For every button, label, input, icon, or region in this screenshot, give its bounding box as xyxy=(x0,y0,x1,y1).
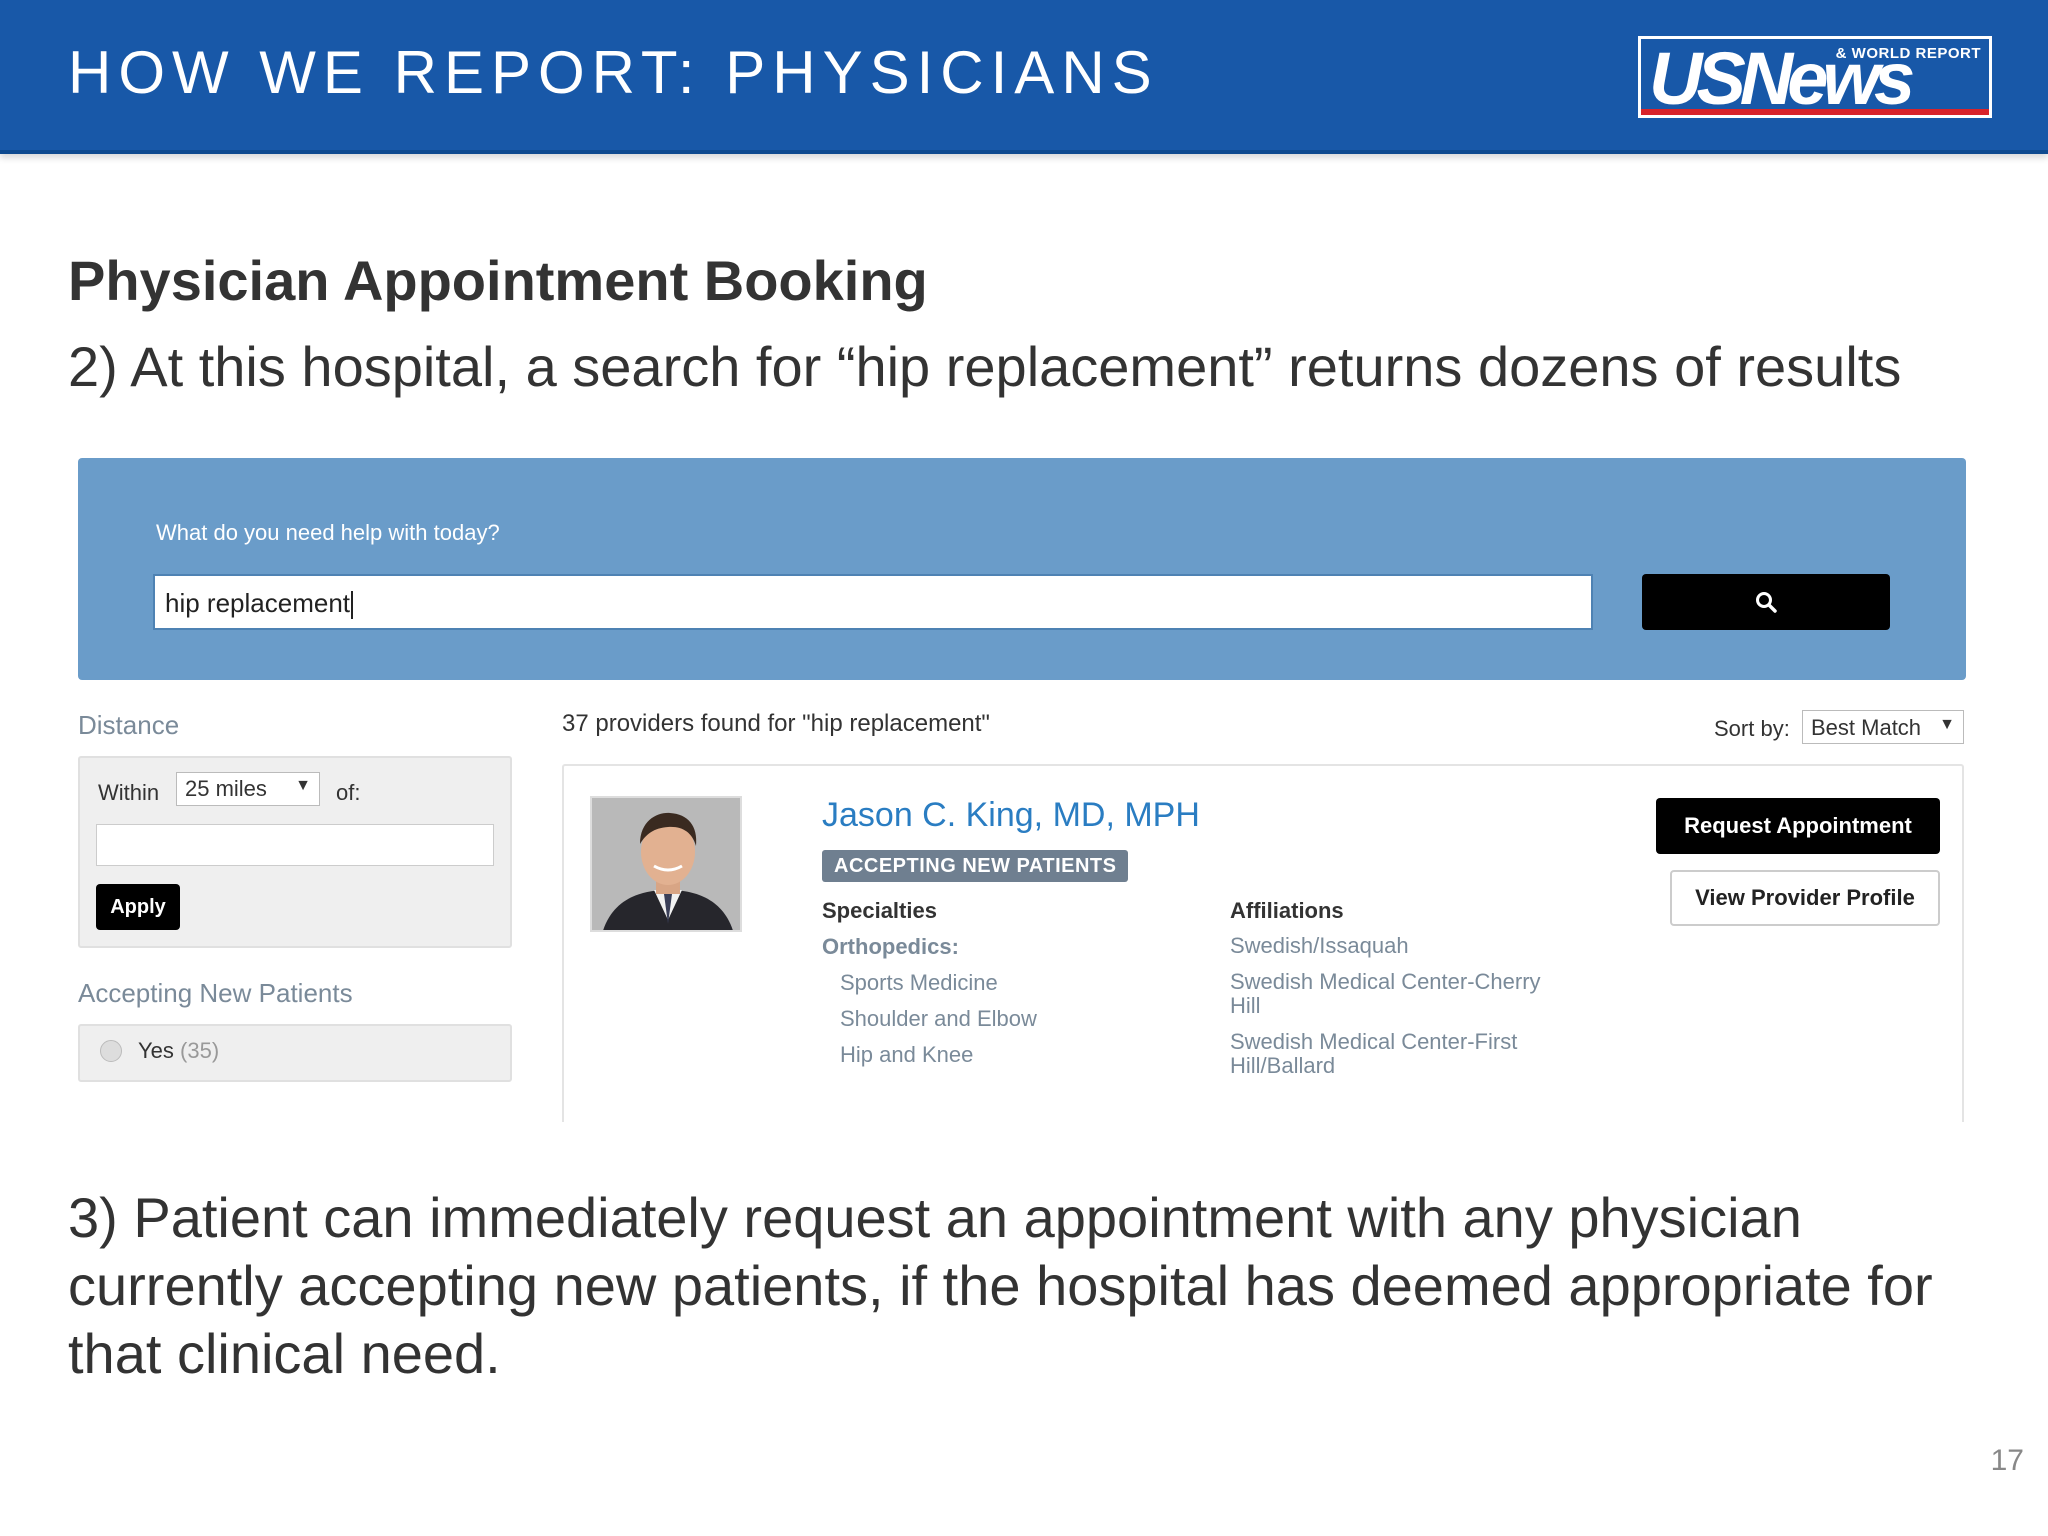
search-button[interactable] xyxy=(1642,574,1890,630)
distance-heading: Distance xyxy=(78,710,180,740)
chevron-down-icon: ▼ xyxy=(295,777,311,794)
specialty-item: Sports Medicine xyxy=(840,970,998,995)
affiliations-heading: Affiliations xyxy=(1230,898,1344,923)
search-input-value: hip replacement xyxy=(165,588,350,618)
affiliation-item: Swedish Medical Center-First Hill/Ballar… xyxy=(1230,1029,1518,1078)
page-number: 17 xyxy=(1990,1444,2024,1477)
distance-select-value: 25 miles xyxy=(185,776,267,801)
sort-label: Sort by: xyxy=(1714,716,1790,741)
provider-portrait-image xyxy=(592,798,740,930)
search-panel: What do you need help with today? hip re… xyxy=(78,458,1966,680)
specialty-item: Hip and Knee xyxy=(840,1042,974,1067)
provider-name-link[interactable]: Jason C. King, MD, MPH xyxy=(822,796,1200,835)
specialty-item: Shoulder and Elbow xyxy=(840,1006,1037,1031)
step-2-text: 2) At this hospital, a search for “hip r… xyxy=(68,335,1902,398)
embedded-screenshot: What do you need help with today? hip re… xyxy=(78,458,1966,1122)
specialties-heading: Specialties xyxy=(822,898,937,923)
within-label: Within xyxy=(98,780,160,805)
text-caret xyxy=(351,591,353,620)
of-label: of: xyxy=(336,780,361,805)
distance-select[interactable]: 25 miles ▼ xyxy=(176,772,320,806)
yes-count: (35) xyxy=(180,1038,220,1063)
location-input[interactable] xyxy=(96,824,494,866)
usnews-logo: & WORLD REPORT USNews xyxy=(1638,36,1992,120)
apply-button[interactable]: Apply xyxy=(96,884,180,930)
slide-header-title: HOW WE REPORT: PHYSICIANS xyxy=(68,39,1159,106)
accepting-filter-box: Yes (35) xyxy=(78,1024,512,1082)
search-prompt: What do you need help with today? xyxy=(156,520,500,545)
view-provider-profile-button[interactable]: View Provider Profile xyxy=(1670,870,1940,926)
yes-label: Yes xyxy=(138,1038,174,1063)
chevron-down-icon: ▼ xyxy=(1939,716,1955,733)
yes-radio[interactable] xyxy=(100,1040,122,1062)
search-icon xyxy=(1756,592,1777,613)
accepting-new-patients-badge: ACCEPTING NEW PATIENTS xyxy=(822,850,1129,882)
section-title: Physician Appointment Booking xyxy=(68,249,928,312)
provider-photo[interactable] xyxy=(590,796,742,932)
specialty-category: Orthopedics: xyxy=(822,934,959,959)
search-input[interactable]: hip replacement xyxy=(153,574,1593,630)
accepting-new-patients-heading: Accepting New Patients xyxy=(78,978,353,1008)
sort-select-value: Best Match xyxy=(1811,715,1922,740)
logo-red-bar xyxy=(1641,109,1989,115)
slide-header: HOW WE REPORT: PHYSICIANS & WORLD REPORT… xyxy=(0,0,2048,154)
results-count: 37 providers found for "hip replacement" xyxy=(562,710,990,737)
request-appointment-button[interactable]: Request Appointment xyxy=(1656,798,1940,854)
affiliation-item: Swedish Medical Center-Cherry Hill xyxy=(1230,969,1541,1018)
step-3-text: 3) Patient can immediately request an ap… xyxy=(68,1186,1933,1385)
affiliation-item: Swedish/Issaquah xyxy=(1230,933,1409,958)
provider-card: Jason C. King, MD, MPH ACCEPTING NEW PAT… xyxy=(562,764,1964,1122)
yes-option[interactable]: Yes (35) xyxy=(138,1038,219,1064)
distance-filter-box: Within 25 miles ▼ of: Apply xyxy=(78,756,512,948)
sort-select[interactable]: Best Match ▼ xyxy=(1802,710,1964,744)
